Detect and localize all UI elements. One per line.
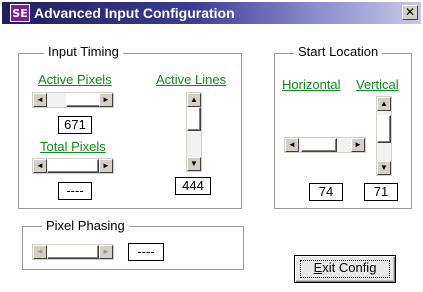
input-timing-group-label: Input Timing bbox=[44, 44, 123, 59]
arrow-down-icon: ▼ bbox=[190, 159, 198, 168]
pixel-phasing-group-label: Pixel Phasing bbox=[42, 218, 129, 233]
advanced-input-configuration-window: SE Advanced Input Configuration ✕ Input … bbox=[0, 0, 423, 292]
horizontal-scroll-thumb[interactable] bbox=[301, 138, 337, 152]
arrow-left-icon: ◄ bbox=[36, 95, 44, 104]
horizontal-label[interactable]: Horizontal bbox=[282, 77, 341, 92]
total-pixels-scrollbar[interactable]: ◄ ► bbox=[32, 158, 114, 174]
active-lines-scroll-down-button[interactable]: ▼ bbox=[187, 157, 201, 171]
active-pixels-scroll-left-button[interactable]: ◄ bbox=[33, 93, 47, 107]
active-lines-scroll-thumb[interactable] bbox=[187, 107, 201, 131]
arrow-left-icon: ◄ bbox=[36, 161, 44, 170]
arrow-left-icon: ◄ bbox=[288, 140, 296, 149]
active-lines-scrollbar[interactable]: ▲ ▼ bbox=[186, 92, 202, 172]
active-pixels-label[interactable]: Active Pixels bbox=[38, 72, 112, 87]
vertical-scroll-up-button[interactable]: ▲ bbox=[377, 97, 391, 111]
horizontal-value: 74 bbox=[309, 183, 343, 201]
arrow-right-icon: ► bbox=[102, 161, 110, 170]
active-lines-label[interactable]: Active Lines bbox=[156, 72, 226, 87]
pixel-phasing-scroll-right-button[interactable]: ► bbox=[99, 245, 113, 259]
vertical-value: 71 bbox=[364, 183, 398, 201]
arrow-left-icon: ◄ bbox=[36, 247, 44, 256]
total-pixels-value: ---- bbox=[58, 182, 92, 200]
focus-rectangle bbox=[300, 260, 390, 278]
active-lines-scroll-up-button[interactable]: ▲ bbox=[187, 93, 201, 107]
window-title: Advanced Input Configuration bbox=[34, 5, 235, 21]
vertical-label[interactable]: Vertical bbox=[356, 77, 399, 92]
arrow-right-icon: ► bbox=[102, 247, 110, 256]
vertical-scroll-thumb[interactable] bbox=[377, 115, 391, 143]
app-icon: SE bbox=[10, 4, 30, 22]
total-pixels-scroll-thumb[interactable] bbox=[47, 159, 99, 173]
exit-config-button[interactable]: Exit Config bbox=[294, 255, 396, 283]
active-pixels-value: 671 bbox=[58, 116, 92, 134]
title-bar[interactable]: SE Advanced Input Configuration ✕ bbox=[2, 2, 421, 24]
active-lines-value: 444 bbox=[175, 177, 211, 195]
close-button[interactable]: ✕ bbox=[402, 5, 418, 20]
horizontal-scrollbar[interactable]: ◄ ► bbox=[284, 137, 366, 153]
total-pixels-scroll-left-button[interactable]: ◄ bbox=[33, 159, 47, 173]
arrow-down-icon: ▼ bbox=[380, 163, 388, 172]
arrow-up-icon: ▲ bbox=[380, 99, 388, 108]
vertical-scrollbar[interactable]: ▲ ▼ bbox=[376, 96, 392, 176]
total-pixels-scroll-right-button[interactable]: ► bbox=[99, 159, 113, 173]
pixel-phasing-value: ---- bbox=[128, 243, 164, 261]
arrow-up-icon: ▲ bbox=[190, 95, 198, 104]
pixel-phasing-scrollbar[interactable]: ◄ ► bbox=[32, 244, 114, 260]
horizontal-scroll-right-button[interactable]: ► bbox=[351, 138, 365, 152]
active-pixels-scroll-thumb[interactable] bbox=[66, 93, 102, 107]
total-pixels-label[interactable]: Total Pixels bbox=[40, 139, 106, 154]
vertical-scroll-down-button[interactable]: ▼ bbox=[377, 161, 391, 175]
pixel-phasing-scroll-left-button[interactable]: ◄ bbox=[33, 245, 47, 259]
arrow-right-icon: ► bbox=[354, 140, 362, 149]
start-location-group-label: Start Location bbox=[294, 44, 383, 59]
close-icon: ✕ bbox=[404, 5, 416, 19]
arrow-right-icon: ► bbox=[102, 95, 110, 104]
active-pixels-scroll-right-button[interactable]: ► bbox=[99, 93, 113, 107]
horizontal-scroll-left-button[interactable]: ◄ bbox=[285, 138, 299, 152]
active-pixels-scrollbar[interactable]: ◄ ► bbox=[32, 92, 114, 108]
pixel-phasing-scroll-thumb[interactable] bbox=[47, 245, 99, 259]
